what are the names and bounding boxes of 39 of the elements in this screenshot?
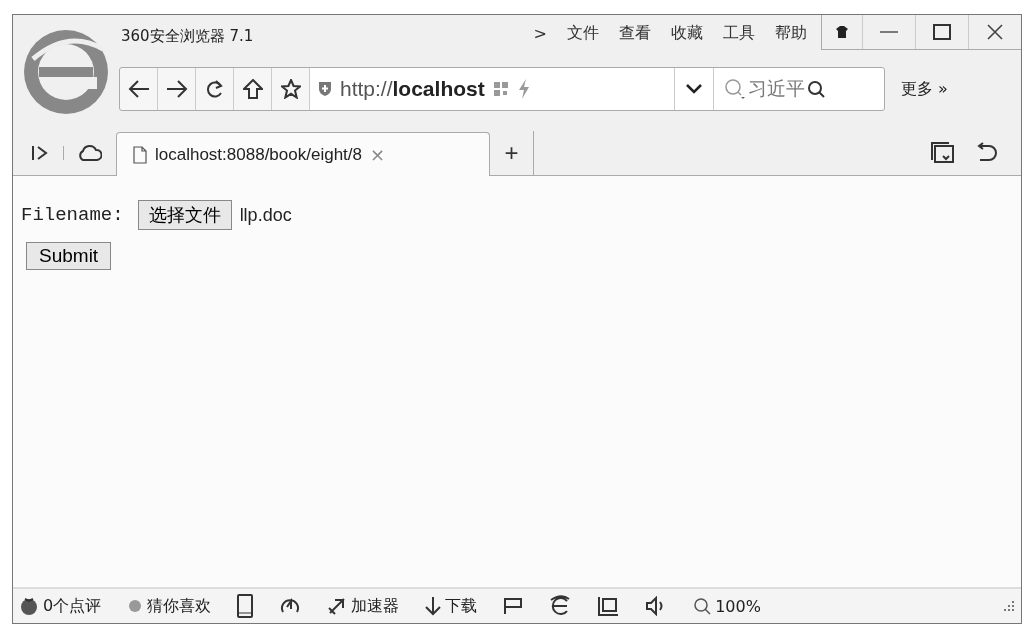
status-label[interactable]: 猜你喜欢 [147,595,212,617]
browser-icon[interactable] [549,595,572,617]
choose-file-button[interactable]: 选择文件 [137,200,232,230]
filename-label: Filename: [21,204,124,226]
flag-icon[interactable] [503,597,524,615]
tabs-restore-icon[interactable] [931,142,955,164]
menu-item[interactable]: 工具 [723,23,755,44]
window-icon[interactable] [597,596,620,616]
dot-icon[interactable] [127,598,144,614]
resize-grip-icon [1003,599,1015,612]
submit-button[interactable]: Submit [26,242,112,270]
menu-item[interactable]: 查看 [619,23,651,44]
document-icon [133,145,147,164]
status-label[interactable]: 下载 [445,595,478,617]
file-name: llp.doc [239,204,292,226]
undo-icon[interactable] [975,142,997,164]
zoom-icon[interactable] [693,597,712,615]
tab-title: localhost:8088/book/eight/8 [155,144,362,165]
minimize-icon[interactable] [880,30,898,34]
rocket-icon[interactable] [327,596,348,616]
maximize-icon[interactable] [933,24,951,40]
tomato-icon[interactable] [19,596,39,616]
window-title: 360安全浏览器 7.1 [121,27,255,46]
more-link[interactable]: 更多 » [901,78,948,100]
close-icon[interactable] [987,24,1003,40]
sidebar-toggle-icon[interactable] [31,145,49,161]
browser-tab[interactable]: localhost:8088/book/eight/8 × [116,132,490,176]
cloud-icon[interactable] [78,144,102,162]
phone-icon[interactable] [237,594,254,618]
download-icon[interactable] [425,596,442,616]
shirt-icon[interactable] [835,26,849,38]
new-tab-button[interactable]: + [490,131,534,175]
status-label[interactable]: 加速器 [351,595,400,617]
status-label[interactable]: 0个点评 [43,595,102,617]
menu-item[interactable]: 文件 [567,23,599,44]
menu-expander[interactable]: > [533,24,547,43]
status-label[interactable]: 100% [715,596,761,616]
menu-item[interactable]: 收藏 [671,23,703,44]
menu-item[interactable]: 帮助 [775,23,807,44]
